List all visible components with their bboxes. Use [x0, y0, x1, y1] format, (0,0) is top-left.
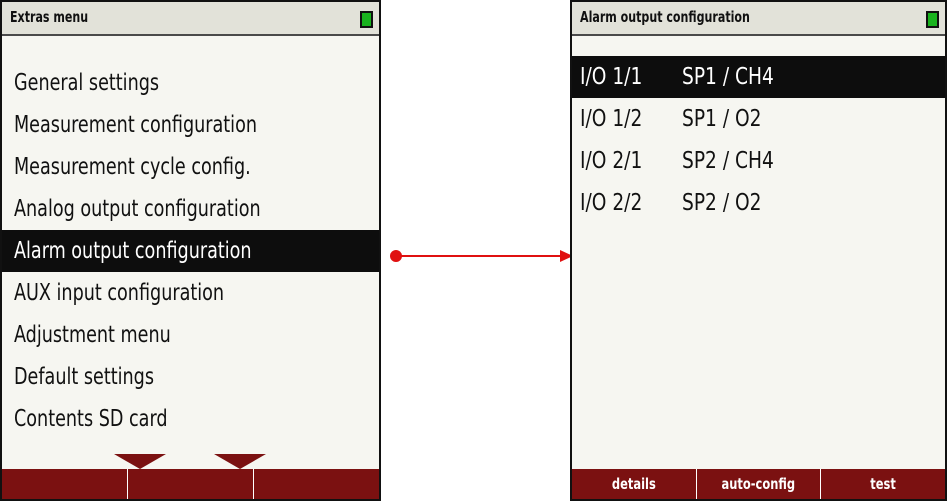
softkey-1[interactable]	[2, 469, 127, 499]
io-assignment: SP2 / CH4	[682, 148, 774, 174]
io-id: I/O 2/1	[580, 148, 643, 174]
menu-item-contents-sd-card[interactable]: Contents SD card	[2, 398, 379, 440]
screen-title: Alarm output configuration	[580, 8, 750, 26]
details-softkey[interactable]: details	[572, 469, 696, 499]
battery-icon	[926, 11, 939, 28]
menu-item-measurement-configuration[interactable]: Measurement configuration	[2, 104, 379, 146]
menu-item-general-settings[interactable]: General settings	[2, 62, 379, 104]
menu-item-aux-input-configuration[interactable]: AUX input configuration	[2, 272, 379, 314]
alarm-output-configuration-screen: Alarm output configuration I/O 1/1 SP1 /…	[570, 0, 947, 501]
extras-menu-screen: Extras menu General settings Measurement…	[0, 0, 381, 501]
io-assignment: SP1 / CH4	[682, 64, 774, 90]
softkey-bar: details auto-config test	[572, 469, 945, 499]
connector-start-dot	[390, 250, 402, 262]
io-assignment: SP2 / O2	[682, 190, 762, 216]
menu-item-measurement-cycle-config[interactable]: Measurement cycle config.	[2, 146, 379, 188]
title-bar: Alarm output configuration	[572, 2, 945, 36]
softkey-3[interactable]	[253, 469, 379, 499]
menu-item-adjustment-menu[interactable]: Adjustment menu	[2, 314, 379, 356]
io-row-2-1[interactable]: I/O 2/1 SP2 / CH4	[572, 140, 945, 182]
menu-item-default-settings[interactable]: Default settings	[2, 356, 379, 398]
io-row-1-2[interactable]: I/O 1/2 SP1 / O2	[572, 98, 945, 140]
auto-config-softkey[interactable]: auto-config	[695, 469, 821, 499]
test-softkey[interactable]: test	[820, 469, 945, 499]
scroll-down-arrow-icon	[114, 454, 166, 469]
io-row-2-2[interactable]: I/O 2/2 SP2 / O2	[572, 182, 945, 224]
softkey-bar	[2, 469, 379, 499]
screen-title: Extras menu	[10, 8, 89, 26]
io-id: I/O 1/1	[580, 64, 643, 90]
io-assignment: SP1 / O2	[682, 106, 762, 132]
scroll-down-arrow-icon	[214, 454, 266, 469]
softkey-2[interactable]	[127, 469, 253, 499]
menu-item-analog-output-configuration[interactable]: Analog output configuration	[2, 188, 379, 230]
io-assignment-list: I/O 1/1 SP1 / CH4 I/O 1/2 SP1 / O2 I/O 2…	[572, 56, 945, 224]
battery-icon	[360, 11, 373, 28]
extras-menu-list: General settings Measurement configurati…	[2, 62, 379, 440]
io-id: I/O 1/2	[580, 106, 643, 132]
io-id: I/O 2/2	[580, 190, 643, 216]
io-row-1-1[interactable]: I/O 1/1 SP1 / CH4	[572, 56, 945, 98]
title-bar: Extras menu	[2, 2, 379, 36]
menu-item-alarm-output-configuration[interactable]: Alarm output configuration	[2, 230, 379, 272]
